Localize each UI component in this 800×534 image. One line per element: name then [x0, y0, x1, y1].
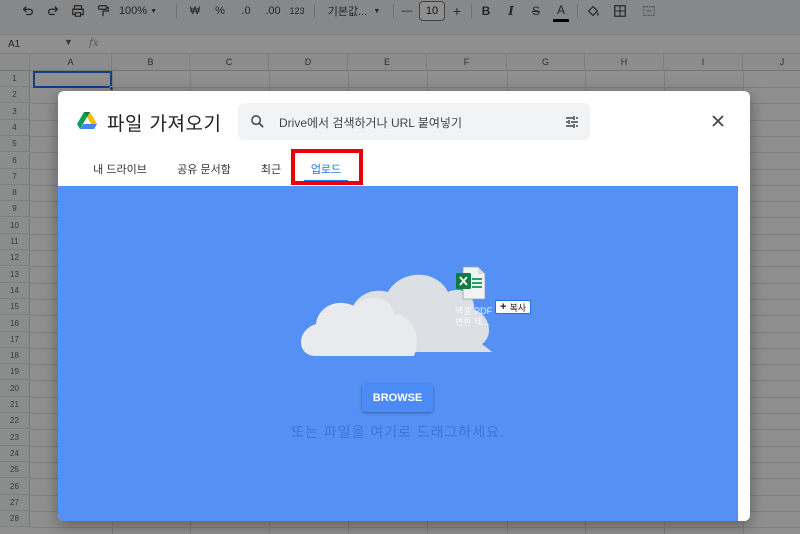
search-input[interactable]: Drive에서 검색하거나 URL 붙여넣기 [279, 114, 462, 131]
copy-badge-label: 복사 [509, 302, 526, 313]
tab-shared-with-me[interactable]: 공유 문서함 [170, 153, 238, 183]
close-icon[interactable] [710, 113, 726, 129]
google-drive-logo-icon [77, 112, 97, 129]
copy-badge: + 복사 [495, 300, 531, 314]
tab-my-drive[interactable]: 내 드라이브 [86, 153, 154, 183]
tab-shared-with-me-label: 공유 문서함 [177, 164, 231, 176]
copy-plus-icon: + [500, 301, 507, 313]
browse-button[interactable]: BROWSE [362, 384, 433, 412]
search-icon [251, 115, 264, 128]
drive-search-bar[interactable]: Drive에서 검색하거나 URL 붙여넣기 [238, 103, 590, 140]
highlight-box [291, 149, 363, 185]
upload-drop-zone[interactable]: 엑셀 PDF 변환 테... + 복사 BROWSE 또는 파일을 여기로 드래그… [58, 186, 738, 521]
search-options-icon[interactable] [564, 114, 580, 130]
tab-recent[interactable]: 최근 [254, 153, 288, 183]
browse-button-label: BROWSE [372, 392, 423, 404]
drop-hint-text: 또는 파일을 여기로 드래그하세요. [291, 424, 505, 440]
import-file-dialog: 파일 가져오기 Drive에서 검색하거나 URL 붙여넣기 내 드라이브 공유… [58, 91, 750, 521]
scrollbar[interactable] [738, 186, 750, 521]
dialog-title: 파일 가져오기 [107, 113, 222, 135]
tab-recent-label: 최근 [260, 164, 282, 176]
dragged-file-name: 엑셀 PDF 변환 테... [455, 306, 493, 327]
tab-my-drive-label: 내 드라이브 [93, 164, 147, 176]
excel-file-icon [456, 266, 486, 300]
dialog-header: 파일 가져오기 Drive에서 검색하거나 URL 붙여넣기 내 드라이브 공유… [58, 91, 750, 186]
